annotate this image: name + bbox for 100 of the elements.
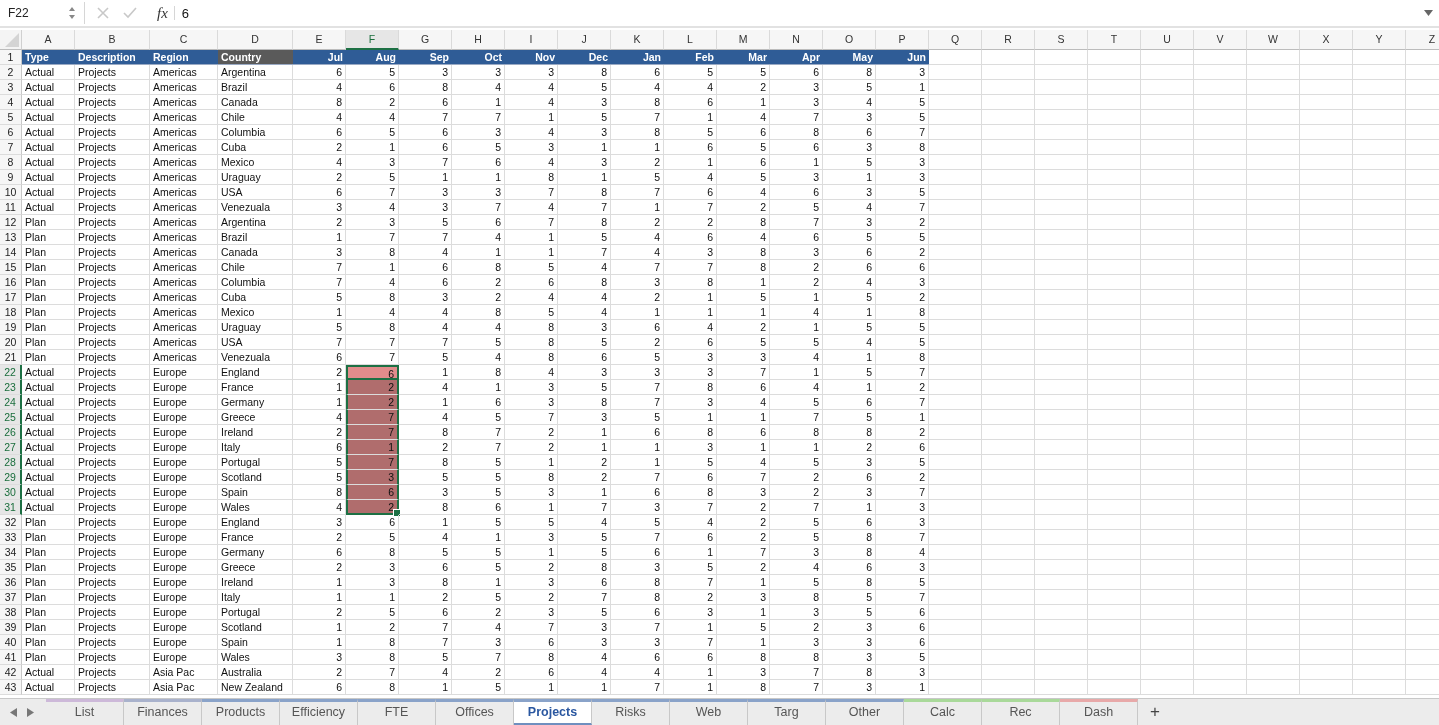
row-number[interactable]: 42 <box>0 665 22 680</box>
row-number[interactable]: 19 <box>0 320 22 335</box>
sheet-tab[interactable]: Products <box>202 699 280 725</box>
row-number[interactable]: 4 <box>0 95 22 110</box>
column-header[interactable]: Y <box>1353 30 1406 50</box>
column-header[interactable]: O <box>823 30 876 50</box>
row-number[interactable]: 15 <box>0 260 22 275</box>
row-number[interactable]: 34 <box>0 545 22 560</box>
column-header[interactable]: J <box>558 30 611 50</box>
row-number[interactable]: 13 <box>0 230 22 245</box>
column-header[interactable]: Q <box>929 30 982 50</box>
column-header[interactable]: X <box>1300 30 1353 50</box>
row-number[interactable]: 20 <box>0 335 22 350</box>
sheet-tab[interactable]: FTE <box>358 699 436 725</box>
table-cell: 7 <box>346 410 399 425</box>
column-header[interactable]: B <box>75 30 150 50</box>
column-header[interactable]: K <box>611 30 664 50</box>
row-number[interactable]: 22 <box>0 365 22 380</box>
column-header[interactable]: T <box>1088 30 1141 50</box>
column-header[interactable]: N <box>770 30 823 50</box>
row-number[interactable]: 14 <box>0 245 22 260</box>
column-header[interactable]: E <box>293 30 346 50</box>
row-number[interactable]: 18 <box>0 305 22 320</box>
next-sheet-icon[interactable] <box>27 707 34 717</box>
table-cell: 2 <box>876 245 929 260</box>
column-header[interactable]: I <box>505 30 558 50</box>
row-number[interactable]: 29 <box>0 470 22 485</box>
column-header[interactable]: C <box>150 30 218 50</box>
row-number[interactable]: 38 <box>0 605 22 620</box>
row-number[interactable]: 23 <box>0 380 22 395</box>
column-header[interactable]: G <box>399 30 452 50</box>
row-number[interactable]: 21 <box>0 350 22 365</box>
column-header[interactable]: S <box>1035 30 1088 50</box>
row-number[interactable]: 11 <box>0 200 22 215</box>
row-number[interactable]: 43 <box>0 680 22 695</box>
sheet-tab[interactable]: Rec <box>982 699 1060 725</box>
add-sheet-button[interactable]: + <box>1138 699 1172 725</box>
sheet-tab[interactable]: Risks <box>592 699 670 725</box>
cancel-icon[interactable] <box>97 7 109 19</box>
row-number[interactable]: 12 <box>0 215 22 230</box>
column-header[interactable]: U <box>1141 30 1194 50</box>
row-number[interactable]: 26 <box>0 425 22 440</box>
table-cell: Canada <box>218 245 293 260</box>
formula-input[interactable]: 6 <box>181 5 1424 21</box>
table-cell: 8 <box>346 680 399 695</box>
row-number[interactable]: 3 <box>0 80 22 95</box>
checkmark-icon[interactable] <box>123 7 137 19</box>
row-number[interactable]: 39 <box>0 620 22 635</box>
row-number[interactable]: 6 <box>0 125 22 140</box>
column-header[interactable]: H <box>452 30 505 50</box>
column-header[interactable]: L <box>664 30 717 50</box>
row-number[interactable]: 27 <box>0 440 22 455</box>
row-number[interactable]: 10 <box>0 185 22 200</box>
row-number[interactable]: 25 <box>0 410 22 425</box>
sheet-tab[interactable]: Dash <box>1060 699 1138 725</box>
row-number[interactable]: 41 <box>0 650 22 665</box>
row-number[interactable]: 30 <box>0 485 22 500</box>
fill-handle[interactable] <box>393 509 401 517</box>
row-number[interactable]: 1 <box>0 50 22 65</box>
name-box[interactable]: F22 <box>0 6 68 20</box>
caret-icon[interactable] <box>1424 10 1433 16</box>
sheet-tab[interactable]: List <box>46 699 124 725</box>
column-header[interactable]: M <box>717 30 770 50</box>
row-number[interactable]: 40 <box>0 635 22 650</box>
column-header[interactable]: A <box>22 30 75 50</box>
row-number[interactable]: 33 <box>0 530 22 545</box>
sheet-tab[interactable]: Targ <box>748 699 826 725</box>
sheet-tab[interactable]: Offices <box>436 699 514 725</box>
column-header[interactable]: V <box>1194 30 1247 50</box>
sheet-tab[interactable]: Finances <box>124 699 202 725</box>
row-number[interactable]: 32 <box>0 515 22 530</box>
row-number[interactable]: 37 <box>0 590 22 605</box>
function-label[interactable]: fx <box>157 4 168 22</box>
sheet-tab[interactable]: Web <box>670 699 748 725</box>
row-number[interactable]: 35 <box>0 560 22 575</box>
row-number[interactable]: 9 <box>0 170 22 185</box>
select-all-corner[interactable] <box>0 30 22 50</box>
row-number[interactable]: 24 <box>0 395 22 410</box>
row-number[interactable]: 8 <box>0 155 22 170</box>
sheet-tab[interactable]: Projects <box>514 699 592 725</box>
sheet-tab[interactable]: Calc <box>904 699 982 725</box>
row-number[interactable]: 36 <box>0 575 22 590</box>
row-number[interactable]: 7 <box>0 140 22 155</box>
sheet-tab[interactable]: Other <box>826 699 904 725</box>
column-header[interactable]: P <box>876 30 929 50</box>
row-number[interactable]: 2 <box>0 65 22 80</box>
sheet-tab[interactable]: Efficiency <box>280 699 358 725</box>
column-header[interactable]: R <box>982 30 1035 50</box>
row-number[interactable]: 17 <box>0 290 22 305</box>
column-header[interactable]: F <box>346 30 399 50</box>
row-number[interactable]: 28 <box>0 455 22 470</box>
table-cell: 3 <box>611 275 664 290</box>
column-header[interactable]: Z <box>1406 30 1439 50</box>
previous-sheet-icon[interactable] <box>10 707 17 717</box>
column-header[interactable]: W <box>1247 30 1300 50</box>
column-header[interactable]: D <box>218 30 293 50</box>
row-number[interactable]: 16 <box>0 275 22 290</box>
row-number[interactable]: 5 <box>0 110 22 125</box>
row-number[interactable]: 31 <box>0 500 22 515</box>
stepper-icon[interactable] <box>68 6 76 20</box>
